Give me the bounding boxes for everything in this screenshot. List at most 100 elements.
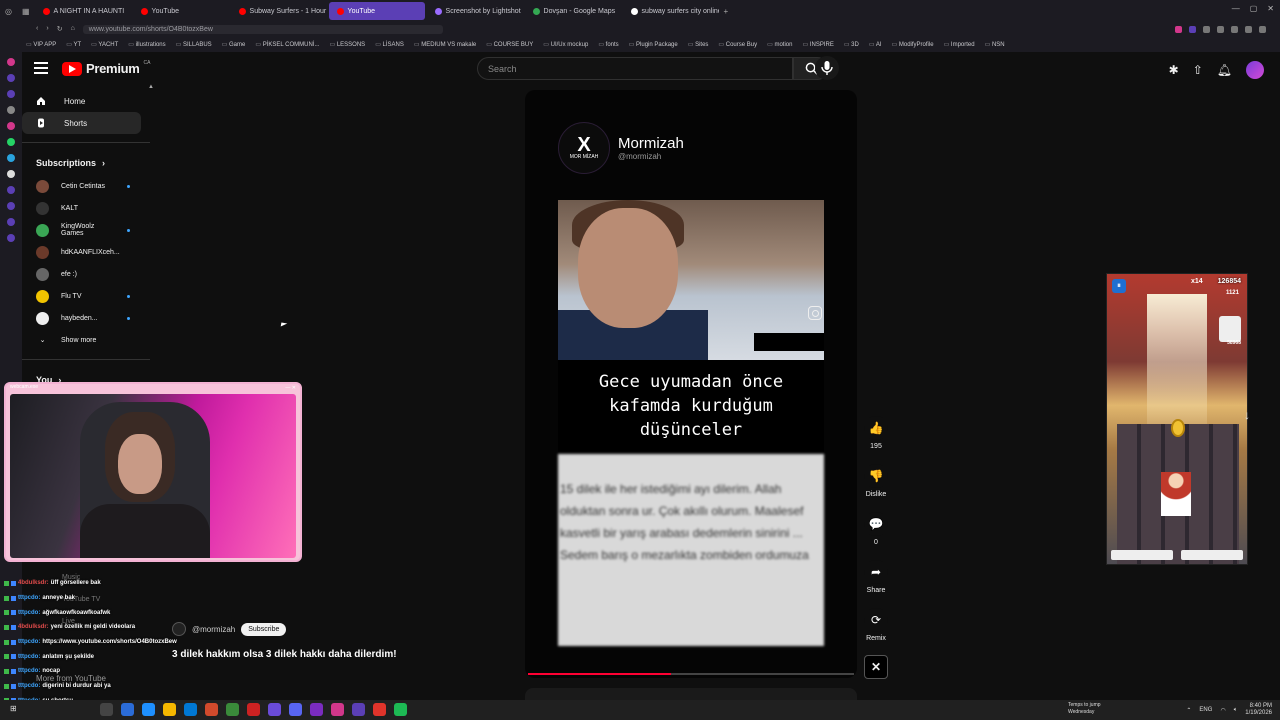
taskbar-app-icon[interactable] [184,703,197,716]
taskbar-app-icon[interactable] [205,703,218,716]
bookmark-item[interactable]: MEDIUM VS makale [414,41,476,48]
reload-icon[interactable]: ↻ [57,25,63,33]
taskbar-app-icon[interactable] [268,703,281,716]
x-icon[interactable] [7,170,15,178]
sidebar-app-icon[interactable] [7,202,15,210]
subscription-item[interactable]: efe :) [22,263,152,285]
chevron-up-icon[interactable]: ⌃ [1186,707,1191,714]
home-icon[interactable]: ⌂ [71,25,75,33]
subscription-item[interactable]: KingWoolz Games [22,219,152,241]
bookmark-item[interactable]: ModifyProfile [892,41,934,48]
extension-icon[interactable] [1203,25,1210,33]
like-button[interactable]: 👍 195 [864,416,888,450]
sidebar-app-icon[interactable] [7,90,15,98]
sidebar-scroll-up-icon[interactable]: ▲ [148,84,154,90]
share-button[interactable]: ➦ Share [864,560,888,594]
extension-icon[interactable] [1245,25,1252,33]
youtube-logo[interactable]: Premium CA [62,60,150,76]
taskbar-app-icon[interactable] [289,703,302,716]
voice-search-button[interactable] [815,56,839,80]
taskbar-app-icon[interactable] [247,703,260,716]
short-progress-bar[interactable] [528,673,854,675]
start-icon[interactable]: ⊞ [10,704,17,713]
taskbar-app-icon[interactable] [100,703,113,716]
sidebar-app-icon[interactable] [7,106,15,114]
sidebar-item-home[interactable]: Home [22,90,141,112]
sidebar-item-shorts[interactable]: Shorts [22,112,141,134]
taskbar-app-icon[interactable] [226,703,239,716]
back-icon[interactable]: ‹ [36,25,38,33]
channel-handle[interactable]: @mormizah [192,625,235,634]
bookmark-item[interactable]: Sites [688,41,708,48]
new-tab-button[interactable]: + [719,7,734,16]
taskbar-app-icon[interactable] [373,703,386,716]
channel-avatar[interactable] [172,622,186,636]
taskbar-app-icon[interactable] [352,703,365,716]
taskbar-app-icon[interactable] [331,703,344,716]
maximize-icon[interactable]: ▢ [1250,4,1258,13]
volume-icon[interactable]: 🔈︎ [1234,707,1238,714]
browser-tab[interactable]: subway surfers city online [623,2,719,20]
browser-tab[interactable]: YouTube [133,2,229,20]
short-player[interactable]: X MOR MİZAH Mormizah @mormizah Gece uyum… [525,90,857,678]
bookmark-item[interactable]: YACHT [91,41,118,48]
taskbar-app-icon[interactable] [121,703,134,716]
notifications-icon[interactable]: 🔔︎ [1217,63,1232,77]
browser-tab[interactable]: Screenshot by Lightshot [427,2,523,20]
browser-menu-icon[interactable]: ◎ [0,7,17,16]
create-icon[interactable]: ⇧ [1193,63,1203,77]
sidebar-app-icon[interactable] [7,218,15,226]
bookmark-item[interactable]: NSN [985,41,1005,48]
bookmark-item[interactable]: PİKSEL COMMUNİ... [255,41,320,48]
extension-icon[interactable] [1175,25,1182,33]
show-more-button[interactable]: ⌄ Show more [22,329,152,351]
subscription-item[interactable]: haybeden... [22,307,152,329]
wifi-icon[interactable]: ◠ [1220,707,1225,714]
sidebar-app-icon[interactable] [7,122,15,130]
browser-tab[interactable]: Dovşan - Google Maps [525,2,621,20]
subscriptions-header[interactable]: Subscriptions › [22,151,152,175]
sidebar-app-icon[interactable] [7,58,15,66]
language-indicator[interactable]: ENG [1199,707,1212,713]
browser-tab[interactable]: YouTube [328,2,425,20]
bookmark-item[interactable]: Game [222,41,245,48]
taskbar-app-icon[interactable] [142,703,155,716]
bookmark-item[interactable]: Course Buy [718,41,757,48]
subscription-item[interactable]: KALT [22,197,152,219]
extension-icon[interactable] [1231,25,1238,33]
extension-puzzle-icon[interactable]: ✱ [1169,63,1179,77]
url-field[interactable]: www.youtube.com/shorts/O4B0tozxBew [82,24,443,34]
bookmark-item[interactable]: COURSE BUY [486,41,534,48]
sidebar-app-icon[interactable] [7,186,15,194]
bookmark-item[interactable]: 3D [844,41,859,48]
taskbar-app-icon[interactable] [310,703,323,716]
minimize-icon[interactable]: — [1232,4,1240,13]
bookmark-item[interactable]: AI [869,41,882,48]
browser-tab[interactable]: Subway Surfers - 1 Hour [231,2,327,20]
subscription-item[interactable]: Cetin Cetintas [22,175,152,197]
menu-icon[interactable] [34,62,48,74]
bookmark-item[interactable]: INSPIRE [802,41,834,48]
subscription-item[interactable]: Flu TV [22,285,152,307]
bookmark-item[interactable]: LESSONS [330,41,365,48]
bookmark-item[interactable]: illustrations [128,41,166,48]
bookmark-item[interactable]: SILLABUS [176,41,212,48]
bookmark-item[interactable]: VIP APP [26,41,56,48]
extension-icon[interactable] [1259,25,1266,33]
weather-widget[interactable]: Temps to jump Wednesday [1068,702,1101,716]
short-channel-thumbnail[interactable]: ✕ [864,655,888,679]
bookmark-item[interactable]: motion [767,41,792,48]
bookmark-item[interactable]: UI/Ux mockup [543,41,589,48]
next-short-arrow-icon[interactable]: ↓ [1244,408,1250,422]
bookmark-item[interactable]: Plugin Package [629,41,678,48]
taskbar-app-icon[interactable] [394,703,407,716]
taskbar-app-icon[interactable] [163,703,176,716]
whatsapp-icon[interactable] [7,138,15,146]
sidebar-app-icon[interactable] [7,74,15,82]
bookmark-item[interactable]: Imported [944,41,975,48]
clock[interactable]: 8:40 PM 1/19/2026 [1245,703,1272,717]
sidebar-app-icon[interactable] [7,234,15,242]
pause-icon[interactable]: ⏸ [1112,279,1126,293]
tab-grid-icon[interactable]: ▦ [17,7,35,16]
extension-icon[interactable] [1189,25,1196,33]
